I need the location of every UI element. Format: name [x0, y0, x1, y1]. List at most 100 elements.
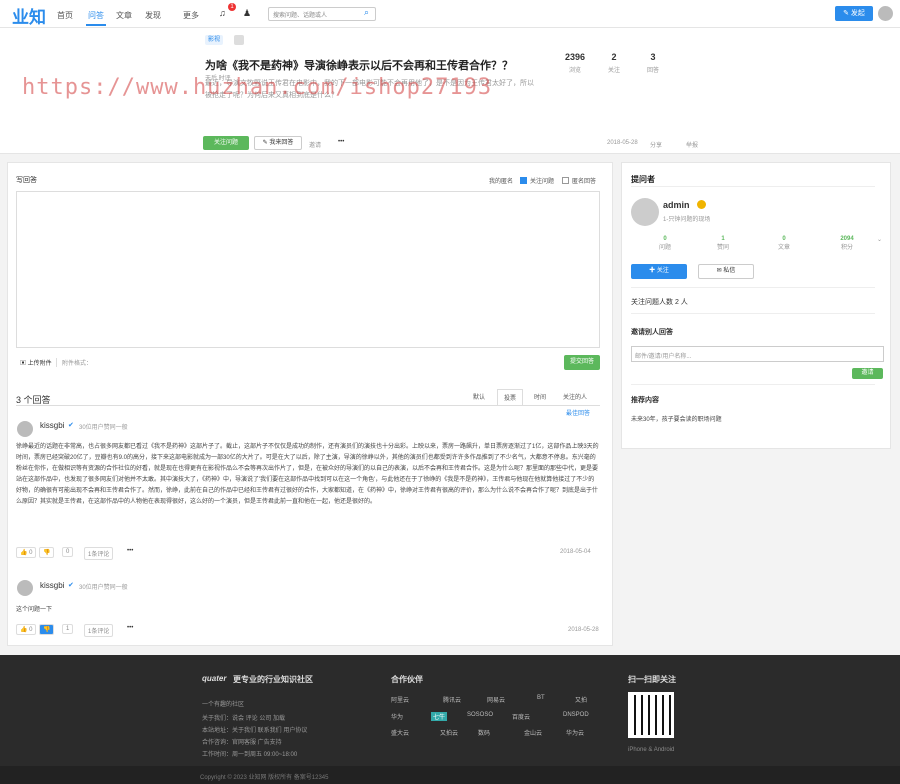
footer-brand: quater: [202, 674, 227, 683]
like-button[interactable]: 👍 0: [16, 624, 37, 635]
submit-answer-button[interactable]: 提交回答: [564, 355, 600, 370]
upload-button[interactable]: ▣ 上传附件: [20, 358, 57, 367]
footer-tag: 一个有趣的社区: [202, 702, 245, 708]
invite-input[interactable]: 邮件/邀请/用户名称...: [631, 346, 884, 362]
avatar[interactable]: [17, 421, 33, 437]
asker-articles: 0 文章: [777, 236, 790, 251]
nav-home[interactable]: 首页: [57, 10, 73, 21]
footer-link[interactable]: 合作咨询：官网客服 广告支持: [202, 737, 282, 749]
nav-discover[interactable]: 发现: [145, 10, 161, 21]
asker-title: 提问者: [631, 175, 655, 184]
qr-code: [628, 692, 674, 738]
answers-stat: 3 回答: [646, 52, 659, 74]
share-link[interactable]: 分享: [650, 140, 662, 149]
partner-logo[interactable]: 阿里云: [391, 695, 409, 704]
dislike-count[interactable]: 1: [62, 624, 74, 634]
footer: [0, 655, 900, 784]
user-icon[interactable]: ♟: [243, 8, 251, 19]
search-input[interactable]: 搜索问题、话题或人: [268, 7, 376, 21]
chevron-down-icon[interactable]: ⌄: [877, 236, 882, 243]
author-role: 30位用户赞同一般: [79, 425, 128, 431]
attach-format: 附件格式：: [62, 361, 93, 367]
partner-logo[interactable]: 华为: [391, 712, 403, 721]
more-icon[interactable]: •••: [127, 548, 133, 554]
follow-user-button[interactable]: ✚ 关注: [631, 264, 687, 279]
partner-logo[interactable]: SOSOSO: [467, 712, 493, 718]
top-header: [0, 0, 900, 28]
question-date: 2018-05-28: [607, 140, 638, 146]
footer-link[interactable]: 本站地址：关于我们 联系我们 用户协议: [202, 725, 307, 737]
follow-checkbox[interactable]: [520, 177, 527, 184]
partner-logo[interactable]: 腾讯云: [443, 695, 461, 704]
nav-articles[interactable]: 文章: [116, 10, 132, 21]
message-button[interactable]: ✉ 私信: [698, 264, 754, 279]
related-item[interactable]: 未来30年，孩子要会读的职场问题: [631, 414, 722, 423]
asker-name[interactable]: admin: [663, 200, 690, 210]
qr-sub: iPhone & Android: [628, 747, 675, 753]
divider: [631, 186, 875, 187]
post-button[interactable]: ✎ 发起: [835, 6, 873, 21]
report-link[interactable]: 举报: [686, 140, 698, 149]
partner-logo[interactable]: 百度云: [512, 712, 530, 721]
partner-logo[interactable]: 数码: [478, 728, 490, 737]
answer-author[interactable]: kissgbi: [40, 421, 64, 430]
tab-time[interactable]: 时间: [534, 392, 546, 401]
footer-link[interactable]: 工作时间：周一到周五 09:00~18:00: [202, 749, 297, 761]
invite-button[interactable]: 邀请: [852, 368, 883, 379]
nav-more[interactable]: 更多: [183, 10, 199, 21]
avatar[interactable]: [17, 580, 33, 596]
partner-logo[interactable]: 网易云: [487, 695, 505, 704]
search-icon[interactable]: ⌕: [364, 7, 369, 18]
answer-text: 徐峥最近的话题在非常高，也占很多网友都已看过《我不是药神》这部片子了。截止，这部…: [16, 444, 599, 505]
topic-tag[interactable]: 影视: [205, 35, 224, 45]
follow-question-button[interactable]: 关注问题: [203, 136, 249, 150]
anonymous-check-label: 匿名回答: [572, 179, 597, 185]
partner-logo[interactable]: 金山云: [524, 728, 542, 737]
more-icon[interactable]: •••: [338, 139, 344, 145]
answer-button[interactable]: ✎ 我来回答: [254, 136, 302, 150]
qr-title: 扫一扫即关注: [628, 675, 676, 684]
asker-bio: 1-只钟问题的现场: [663, 217, 711, 223]
anonymous-checkbox[interactable]: [562, 177, 569, 184]
tab-following[interactable]: 关注的人: [563, 392, 587, 401]
site-logo[interactable]: 业知: [12, 3, 46, 28]
partners-title: 合作伙伴: [391, 675, 423, 684]
write-answer-title: 写回答: [16, 177, 37, 184]
footer-link[interactable]: 关于我们：说会 评论 公司 加载: [202, 713, 285, 725]
nav-qa[interactable]: 问答: [86, 10, 106, 26]
divider: [631, 287, 875, 288]
answer-date: 2018-05-28: [568, 627, 599, 633]
best-answer-link[interactable]: 最佳回答: [566, 408, 590, 417]
dislike-button[interactable]: 👎: [39, 547, 55, 558]
like-button[interactable]: 👍 0: [16, 547, 37, 558]
partner-logo[interactable]: 盛大云: [391, 728, 409, 737]
answer-editor[interactable]: [16, 191, 600, 348]
divider: [631, 384, 875, 385]
tab-default[interactable]: 默认: [473, 392, 485, 401]
partner-logo[interactable]: 七牛: [431, 712, 448, 721]
notification-badge: 1: [228, 3, 236, 11]
avatar[interactable]: [878, 6, 893, 21]
edit-tag-icon[interactable]: [234, 35, 244, 45]
avatar[interactable]: [631, 198, 659, 226]
dislike-count[interactable]: 0: [62, 547, 74, 557]
answer-author[interactable]: kissgbi: [40, 581, 64, 590]
partner-logo[interactable]: BT: [537, 695, 545, 701]
comment-button[interactable]: 1条评论: [84, 547, 114, 560]
tab-votes[interactable]: 投票: [497, 389, 524, 406]
partner-logo[interactable]: DNSPOD: [563, 712, 589, 718]
comment-button[interactable]: 1条评论: [84, 624, 114, 637]
verified-icon: ✔: [68, 422, 74, 429]
partner-logo[interactable]: 华为云: [566, 728, 584, 737]
author-role: 30位用户赞同一般: [79, 585, 128, 591]
invite-title: 邀请别人回答: [631, 329, 673, 336]
more-icon[interactable]: •••: [127, 625, 133, 631]
related-title: 推荐内容: [631, 397, 659, 404]
watermark: https://www.huzhan.com/ishop27193: [22, 75, 493, 100]
views-stat: 2396 浏览: [564, 52, 586, 74]
partner-logo[interactable]: 又拍云: [440, 728, 458, 737]
bell-icon[interactable]: ♫: [219, 8, 226, 18]
invite-link[interactable]: 邀请: [309, 140, 321, 149]
dislike-button[interactable]: 👎: [39, 624, 55, 635]
partner-logo[interactable]: 又拍: [575, 695, 587, 704]
